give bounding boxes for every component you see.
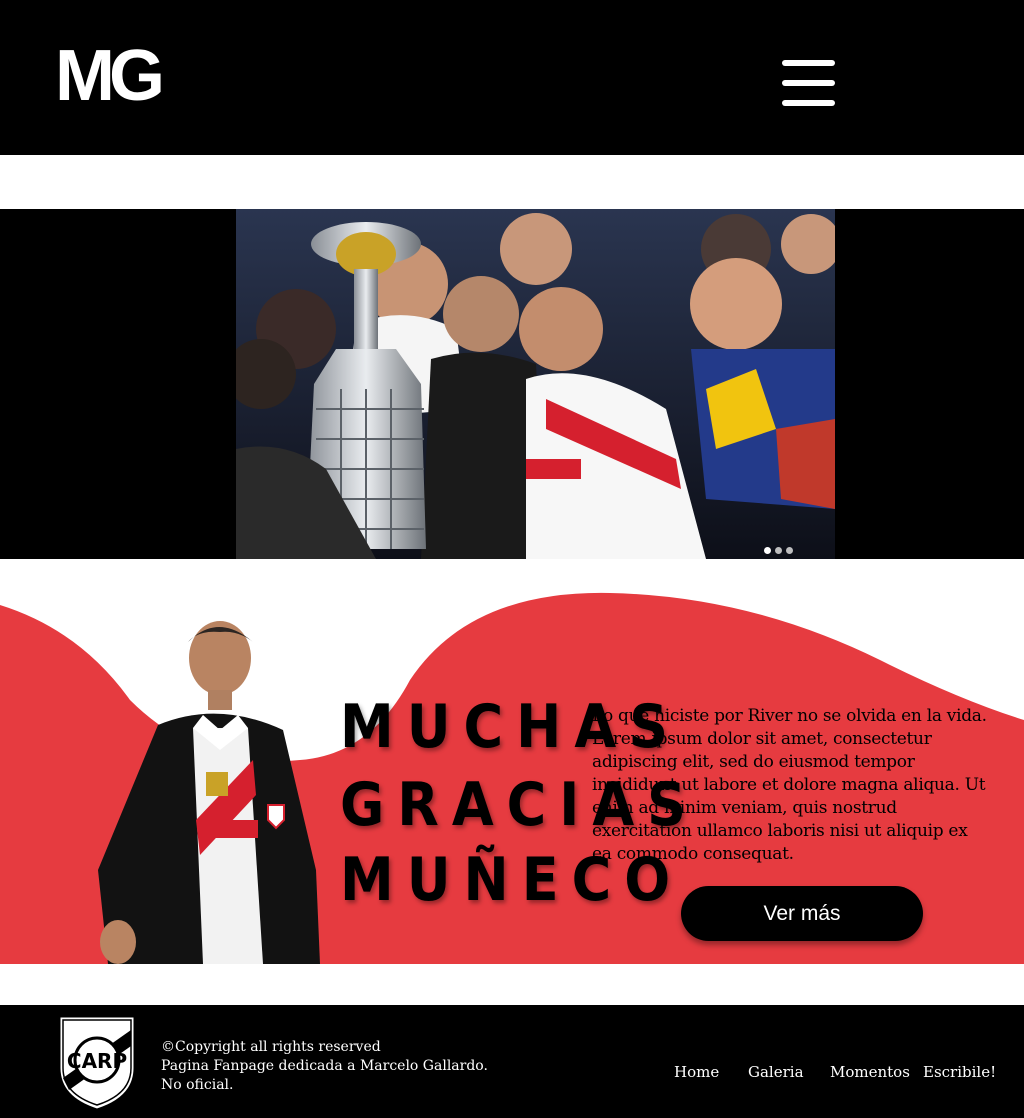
menu-bar (782, 60, 835, 66)
river-plate-crest-icon[interactable]: CARP (55, 1008, 139, 1112)
footer-link-escribile[interactable]: Escribile! (923, 1063, 996, 1081)
fanpage-text: Pagina Fanpage dedicada a Marcelo Gallar… (161, 1058, 488, 1074)
unofficial-text: No oficial. (161, 1077, 234, 1093)
site-footer: CARP ©Copyright all rights reserved Pagi… (0, 1005, 1024, 1118)
carousel-dots (764, 547, 793, 554)
footer-link-momentos[interactable]: Momentos (830, 1063, 910, 1081)
copyright-text: ©Copyright all rights reserved (161, 1039, 381, 1055)
site-logo[interactable]: MG (55, 40, 165, 112)
ver-mas-button[interactable]: Ver más (681, 886, 923, 941)
carousel-dot[interactable] (786, 547, 793, 554)
svg-text:CARP: CARP (67, 1049, 127, 1073)
footer-copyright-block: ©Copyright all rights reserved Pagina Fa… (161, 1038, 488, 1095)
carousel-dot[interactable] (764, 547, 771, 554)
carousel-dot[interactable] (775, 547, 782, 554)
carousel-slide-image (236, 209, 835, 559)
site-header: MG (0, 0, 1024, 155)
tribute-paragraph: Lo que hiciste por River no se olvida en… (592, 706, 987, 864)
footer-link-home[interactable]: Home (674, 1063, 719, 1081)
tribute-section: MUCHAS GRACIAS MUÑECO Lo que hiciste por… (0, 560, 1024, 964)
hamburger-menu-icon[interactable] (782, 60, 835, 106)
menu-bar (782, 100, 835, 106)
menu-bar (782, 80, 835, 86)
coach-portrait-image (98, 621, 320, 964)
footer-link-galeria[interactable]: Galeria (748, 1063, 804, 1081)
image-carousel (0, 209, 1024, 559)
